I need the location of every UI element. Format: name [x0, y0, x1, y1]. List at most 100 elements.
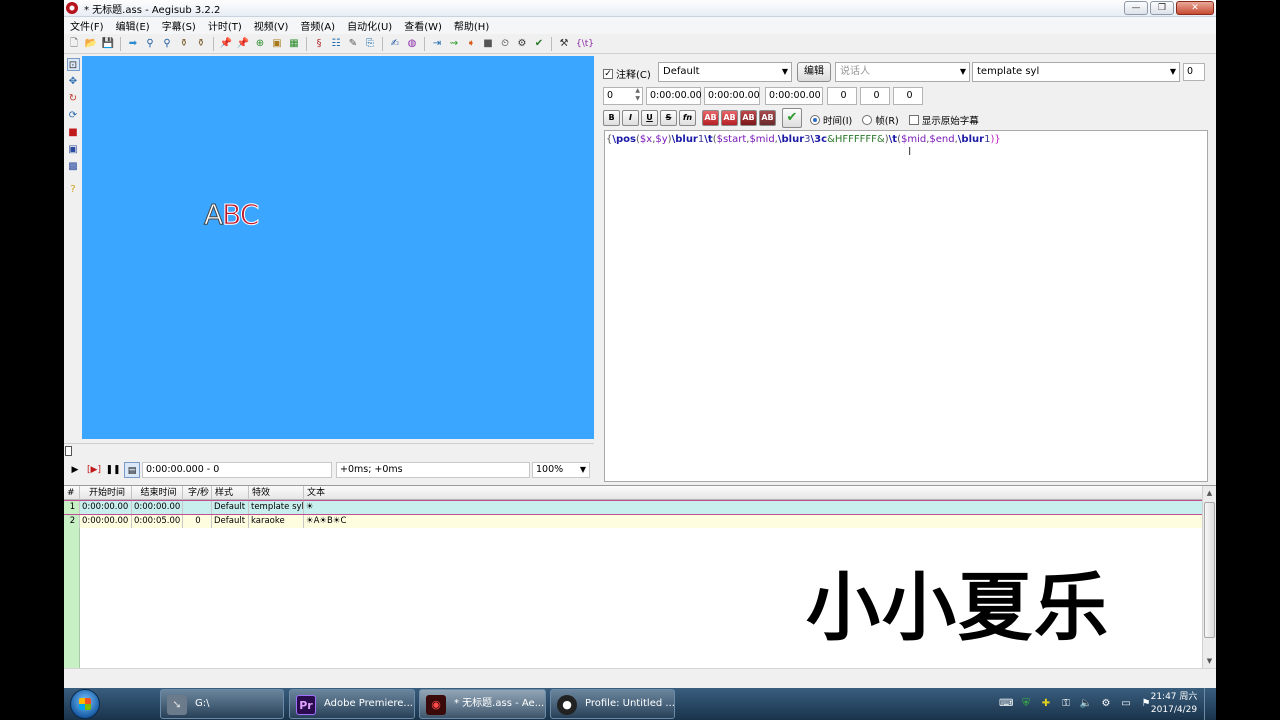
effect-select[interactable]: template syl ▼	[972, 62, 1180, 82]
col-cps[interactable]: 字/秒	[183, 486, 212, 500]
attachments-icon[interactable]: ⚱	[194, 37, 208, 51]
restore-button[interactable]: ❐	[1150, 1, 1174, 15]
strikeout-button[interactable]: S	[660, 110, 677, 126]
volume-icon[interactable]: 🔈	[1079, 697, 1093, 711]
menu-timing[interactable]: 计时(T)	[202, 18, 248, 33]
actor-select[interactable]: 说话人 ▼	[835, 62, 970, 82]
check-icon[interactable]: ✔	[532, 37, 546, 51]
time-radio[interactable]	[810, 115, 820, 125]
clip-tool-icon[interactable]: ▣	[67, 143, 80, 156]
translate-icon[interactable]: ✍	[388, 37, 402, 51]
system-clock[interactable]: 21:47 周六 2017/4/29	[1146, 691, 1202, 717]
open-file-icon[interactable]: 📂	[84, 37, 98, 51]
scale-tool-icon[interactable]: ■	[67, 126, 80, 139]
menu-view[interactable]: 查看(W)	[398, 18, 448, 33]
underline-button[interactable]: U	[641, 110, 658, 126]
menu-subtitle[interactable]: 字幕(S)	[156, 18, 202, 33]
col-end[interactable]: 结束时间	[132, 486, 183, 500]
style-manager-icon[interactable]: ☷	[329, 37, 343, 51]
col-effect[interactable]: 特效	[249, 486, 304, 500]
bold-button[interactable]: B	[603, 110, 620, 126]
edit-tool-icon[interactable]: ✎	[346, 37, 360, 51]
zoom-select[interactable]: 100% ▼	[532, 462, 590, 478]
styles-icon[interactable]: §	[312, 37, 326, 51]
settings-icon[interactable]: ⚙	[1099, 697, 1113, 711]
scroll-down-icon[interactable]: ▼	[1203, 654, 1216, 668]
menu-audio[interactable]: 音频(A)	[294, 18, 341, 33]
col-style[interactable]: 样式	[212, 486, 249, 500]
network-share-icon[interactable]: ⚿	[1059, 697, 1073, 711]
autoscroll-icon[interactable]: ▤	[124, 462, 140, 478]
table-row[interactable]: 1 0:00:00.00 0:00:00.00 Default template…	[64, 500, 1203, 515]
video-time-field[interactable]: 0:00:00.000 - 0	[142, 462, 332, 478]
kanji-timer-icon[interactable]: ➧	[464, 37, 478, 51]
standard-tool-icon[interactable]: ⊡	[66, 58, 80, 71]
scroll-thumb[interactable]	[1204, 502, 1215, 638]
spellcheck-icon[interactable]: ◍	[405, 37, 419, 51]
start-button[interactable]	[70, 689, 100, 719]
subtitle-text-editor[interactable]: {\pos($x,$y)\blur1\t($start,$mid,\blur3\…	[604, 130, 1208, 482]
shadow-color-button[interactable]: AB	[759, 110, 776, 126]
properties-icon[interactable]: ⚱	[177, 37, 191, 51]
drag-tool-icon[interactable]: ✥	[67, 75, 80, 88]
rotate-z-icon[interactable]: ↻	[67, 92, 80, 105]
menu-automation[interactable]: 自动化(U)	[341, 18, 398, 33]
start-time-field[interactable]: 0:00:00.00	[646, 87, 702, 105]
seek-thumb[interactable]	[65, 446, 72, 456]
font-button[interactable]: fn	[679, 110, 696, 126]
stop-icon[interactable]: ■	[481, 37, 495, 51]
clock-icon[interactable]: ⏲	[498, 37, 512, 51]
style-select[interactable]: Default ▼	[658, 62, 792, 82]
snap-start-icon[interactable]: ⚲	[143, 37, 157, 51]
task-explorer[interactable]: ➘ G:\	[160, 689, 284, 719]
show-original-checkbox[interactable]	[908, 115, 919, 125]
close-button[interactable]: ✕	[1176, 1, 1214, 15]
col-number[interactable]: #	[64, 486, 80, 500]
grid-scrollbar[interactable]: ▲ ▼	[1202, 486, 1216, 669]
duration-field[interactable]: 0:00:00.00	[765, 87, 823, 105]
timing-post-icon[interactable]: ⇝	[447, 37, 461, 51]
task-aegisub[interactable]: ◉ * 无标题.ass - Ae...	[419, 689, 546, 719]
aegisub-icon[interactable]	[66, 2, 78, 14]
show-desktop-button[interactable]	[1204, 688, 1216, 720]
save-file-icon[interactable]: 💾	[101, 37, 115, 51]
video-display[interactable]: ABC	[82, 56, 594, 439]
italic-button[interactable]: I	[622, 110, 639, 126]
col-start[interactable]: 开始时间	[80, 486, 132, 500]
menu-video[interactable]: 视频(V)	[248, 18, 295, 33]
play-icon[interactable]: ▶	[67, 462, 83, 478]
globe-icon[interactable]: ⊕	[253, 37, 267, 51]
margin-right-field[interactable]: 0	[860, 87, 890, 105]
end-time-field[interactable]: 0:00:00.00	[704, 87, 760, 105]
keyframe-icon[interactable]: ▦	[287, 37, 301, 51]
frame-radio[interactable]	[862, 115, 873, 125]
jump-icon[interactable]: ➡	[126, 37, 140, 51]
outline-color-button[interactable]: AB	[740, 110, 757, 126]
minimize-button[interactable]: —	[1124, 1, 1148, 15]
task-obs[interactable]: ● Profile: Untitled ...	[550, 689, 675, 719]
toggle-tags-button[interactable]: {\t}	[574, 37, 596, 51]
security-icon[interactable]: ✚	[1039, 697, 1053, 711]
help-icon[interactable]: ?	[67, 183, 80, 196]
margin-left-field[interactable]: 0	[827, 87, 857, 105]
margin-vertical-field[interactable]: 0	[893, 87, 923, 105]
pin-icon[interactable]: 📌	[219, 37, 233, 51]
secondary-color-button[interactable]: AB	[721, 110, 738, 126]
primary-color-button[interactable]: AB	[702, 110, 719, 126]
video-frame-icon[interactable]: ▣	[270, 37, 284, 51]
table-row[interactable]: 2 0:00:00.00 0:00:05.00 0 Default karaok…	[64, 515, 1202, 528]
comment-checkbox[interactable]: ✓	[603, 68, 613, 79]
rotate-xy-icon[interactable]: ⟳	[67, 109, 80, 122]
pause-icon[interactable]: ❚❚	[105, 462, 121, 478]
options-icon[interactable]: ⚒	[557, 37, 571, 51]
new-file-icon[interactable]: 🗋	[67, 37, 81, 51]
commit-icon[interactable]: ✔	[782, 108, 802, 128]
col-text[interactable]: 文本	[304, 486, 1202, 500]
layer-field-top[interactable]: 0	[1183, 63, 1205, 81]
resample-icon[interactable]: ⚙	[515, 37, 529, 51]
task-premiere[interactable]: Pr Adobe Premiere...	[289, 689, 415, 719]
pin-alt-icon[interactable]: 📌	[236, 37, 250, 51]
shift-times-icon[interactable]: ⇥	[430, 37, 444, 51]
menu-help[interactable]: 帮助(H)	[448, 18, 495, 33]
vector-clip-icon[interactable]: ▩	[67, 160, 80, 173]
